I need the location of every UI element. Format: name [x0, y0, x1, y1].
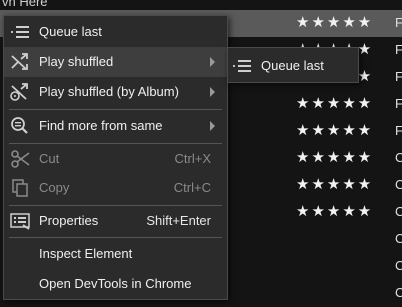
- menu-item-label: Open DevTools in Chrome: [39, 276, 192, 291]
- menu-item-play-shuffled-by-album[interactable]: Play shuffled (by Album): [4, 77, 227, 107]
- column-text-partial: C: [395, 204, 402, 219]
- menu-item-label: Cut: [39, 151, 60, 166]
- column-text-partial: F: [395, 69, 402, 84]
- scissors-icon: [10, 150, 32, 168]
- shortcut-label: Ctrl+X: [174, 151, 211, 166]
- submenu-arrow-icon: [210, 87, 215, 97]
- menu-item-find-more[interactable]: Find more from same: [4, 111, 227, 141]
- column-text-partial: C: [395, 285, 402, 300]
- menu-item-queue-last[interactable]: Queue last: [4, 17, 227, 47]
- menu-item-inspect-element[interactable]: Inspect Element: [4, 239, 227, 269]
- menu-item-label: Play shuffled (by Album): [39, 84, 179, 99]
- context-menu: Queue last Play shuffled Play shuffled (…: [3, 15, 228, 300]
- menu-item-label: Find more from same: [39, 118, 163, 133]
- shortcut-label: Shift+Enter: [146, 213, 211, 228]
- menu-item-label: Queue last: [261, 58, 324, 73]
- menu-item-play-shuffled[interactable]: Play shuffled: [4, 47, 227, 77]
- submenu-arrow-icon: [210, 57, 215, 67]
- rating-stars[interactable]: ★★★★★: [296, 121, 373, 139]
- shuffle-icon: [10, 53, 32, 71]
- copy-icon: [10, 179, 32, 197]
- menu-divider: [9, 109, 222, 110]
- rating-stars[interactable]: ★★★★★: [296, 94, 373, 112]
- menu-item-properties[interactable]: Properties Shift+Enter: [4, 206, 227, 236]
- rating-stars[interactable]: ★★★★★: [296, 148, 373, 166]
- shuffle-album-icon: [10, 83, 32, 101]
- search-icon: [10, 117, 32, 135]
- queue-list-icon: [232, 57, 254, 75]
- column-text-partial: C: [395, 177, 402, 192]
- properties-icon: [10, 212, 32, 230]
- column-text-partial: C: [395, 150, 402, 165]
- menu-item-label: Play shuffled: [39, 54, 114, 69]
- column-text-partial: C: [395, 231, 402, 246]
- queue-list-icon: [10, 23, 32, 41]
- menu-item-label: Queue last: [39, 24, 102, 39]
- column-text-partial: F: [395, 42, 402, 57]
- menu-item-copy[interactable]: Copy Ctrl+C: [4, 173, 227, 203]
- menu-item-cut[interactable]: Cut Ctrl+X: [4, 144, 227, 174]
- rating-stars[interactable]: ★★★★★: [296, 13, 373, 31]
- rating-stars[interactable]: ★★★★★: [296, 175, 373, 193]
- rating-stars[interactable]: ★★★★★: [296, 202, 373, 220]
- shortcut-label: Ctrl+C: [173, 180, 211, 195]
- column-text-partial: C: [395, 258, 402, 273]
- column-text-partial: F: [395, 15, 402, 30]
- menu-item-label: Copy: [39, 180, 70, 195]
- submenu-arrow-icon: [210, 121, 215, 131]
- menu-divider: [9, 237, 222, 238]
- play-shuffled-submenu: Queue last: [227, 47, 359, 83]
- menu-item-open-devtools[interactable]: Open DevTools in Chrome: [4, 269, 227, 299]
- column-text-partial: F: [395, 123, 402, 138]
- menu-item-label: Inspect Element: [39, 246, 133, 261]
- submenu-item-queue-last[interactable]: Queue last: [228, 51, 358, 81]
- menu-item-label: Properties: [39, 213, 99, 228]
- column-text-partial: F: [395, 96, 402, 111]
- track-title-partial: vn Here: [2, 0, 48, 9]
